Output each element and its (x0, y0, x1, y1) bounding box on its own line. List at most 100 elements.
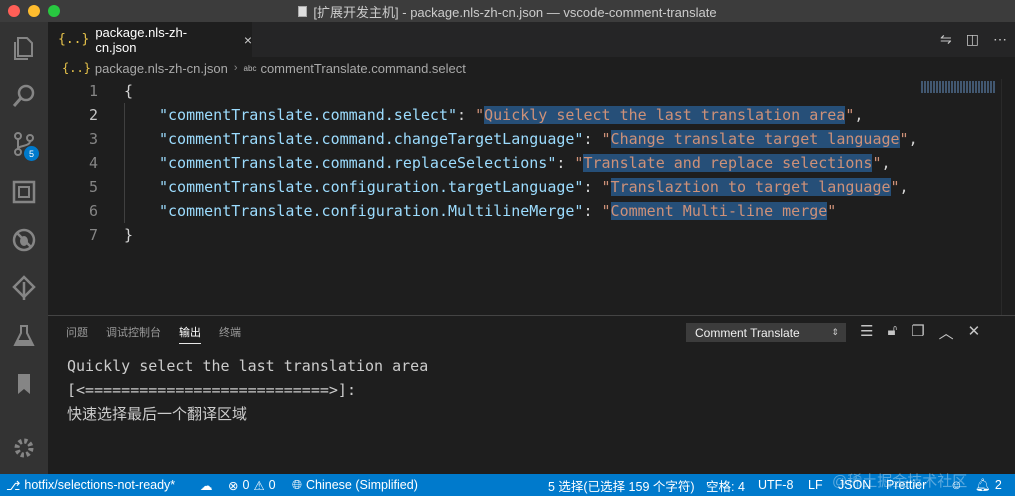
target-language: Chinese (Simplified) (306, 478, 418, 492)
output-content[interactable]: Quickly select the last translation area… (67, 354, 428, 426)
line-content: "commentTranslate.command.replaceSelecti… (159, 154, 891, 172)
json-key: "commentTranslate.configuration.Multilin… (159, 202, 584, 220)
output-channel-select[interactable]: Comment Translate ⇕ (686, 323, 846, 342)
json-file-icon: {..} (62, 61, 91, 75)
open-changes-icon[interactable]: ⇋ (940, 31, 952, 48)
line-content: "commentTranslate.command.changeTargetLa… (159, 130, 918, 148)
line-content: } (124, 226, 134, 244)
string-symbol-icon: abc (243, 63, 257, 73)
editor-actions: ⇋ ◫ ⋯ (940, 22, 1007, 57)
panel-actions: ☰ 🔓︎ ❐ ︿ ✕ (860, 322, 980, 343)
output-line: 快速选择最后一个翻译区域 (67, 405, 248, 423)
notifications-status[interactable]: 🔔︎ 2 (975, 474, 1002, 496)
json-key: "commentTranslate.configuration.targetLa… (159, 178, 584, 196)
window-title-text: [扩展开发主机] - package.nls-zh-cn.json — vsco… (313, 4, 717, 20)
json-value-quote: " (475, 106, 485, 124)
warning-icon: ⚠ (253, 478, 265, 493)
zoom-window-button[interactable] (48, 5, 60, 17)
lock-scroll-icon[interactable]: 🔓︎ (887, 322, 897, 343)
split-editor-icon[interactable]: ◫ (966, 31, 979, 48)
problems-status[interactable]: ⊗ 0 ⚠ 0 (228, 474, 276, 496)
minimize-window-button[interactable] (28, 5, 40, 17)
comma: , (881, 154, 891, 172)
bookmarks-icon[interactable] (0, 360, 48, 408)
watermark: @稀土掘金技术社区 (832, 473, 968, 490)
json-value-quote: " (890, 178, 900, 196)
document-icon (298, 5, 308, 17)
line-number: 2 (88, 106, 98, 124)
editor-tab-bar: {..} package.nls-zh-cn.json × ⇋ ◫ ⋯ (48, 22, 1015, 57)
json-value-quote: " (601, 130, 611, 148)
selected-text: Translate and replace selections (583, 154, 873, 172)
explorer-icon[interactable] (0, 24, 48, 72)
breadcrumb-symbol[interactable]: commentTranslate.command.select (260, 61, 465, 76)
git-branch-icon: ⎇ (6, 478, 21, 493)
error-count: 0 (242, 478, 250, 492)
output-line: [<===========================>]: (67, 381, 356, 399)
tab-output[interactable]: 输出 (179, 324, 201, 344)
comma: , (854, 106, 864, 124)
output-line: Quickly select the last translation area (67, 357, 429, 375)
branch-name: hotfix/selections-not-ready* (24, 478, 176, 492)
scm-badge: 5 (24, 146, 39, 161)
git-lens-icon[interactable] (0, 264, 48, 312)
clear-output-icon[interactable]: ☰ (860, 322, 873, 343)
bell-icon: 🔔︎ (975, 477, 991, 492)
notification-count: 2 (994, 478, 1002, 492)
breadcrumb-file[interactable]: package.nls-zh-cn.json (95, 61, 228, 76)
debug-icon[interactable] (0, 216, 48, 264)
close-window-button[interactable] (8, 5, 20, 17)
json-value-quote: " (899, 130, 909, 148)
extensions-icon[interactable] (0, 168, 48, 216)
title-bar: [扩展开发主机] - package.nls-zh-cn.json — vsco… (0, 0, 1015, 22)
more-actions-icon[interactable]: ⋯ (993, 31, 1007, 48)
branch-status[interactable]: ⎇ hotfix/selections-not-ready* (6, 474, 175, 496)
window-title: [扩展开发主机] - package.nls-zh-cn.json — vsco… (298, 2, 717, 21)
code-line: 3 "commentTranslate.command.changeTarget… (48, 127, 1015, 151)
settings-gear-icon[interactable] (0, 424, 48, 472)
line-number: 6 (88, 202, 98, 220)
json-value-quote: " (601, 178, 611, 196)
close-icon[interactable]: × (244, 32, 252, 48)
eol-status[interactable]: LF (808, 474, 823, 496)
chevron-right-icon: › (233, 62, 238, 74)
line-number: 5 (88, 178, 98, 196)
search-icon[interactable] (0, 72, 48, 120)
selected-text: Quickly select the last translation area (484, 106, 846, 124)
error-icon: ⊗ (228, 478, 239, 493)
comma: , (908, 130, 918, 148)
activity-bar: 5 (0, 22, 48, 474)
line-content: "commentTranslate.command.select": "Quic… (159, 106, 864, 124)
code-line: 6 "commentTranslate.configuration.Multil… (48, 199, 1015, 223)
selected-text: Translaztion to target language (610, 178, 891, 196)
window-controls (8, 5, 60, 17)
selection-status[interactable]: 5 选择(已选择 159 个字符) (548, 474, 695, 496)
maximize-panel-icon[interactable]: ︿ (939, 322, 954, 343)
target-language-status[interactable]: 🌐︎ Chinese (Simplified) (292, 474, 418, 496)
json-value-quote: " (601, 202, 611, 220)
tab-package-nls[interactable]: {..} package.nls-zh-cn.json × (48, 22, 252, 57)
code-line: 5 "commentTranslate.configuration.target… (48, 175, 1015, 199)
code-line: 1 { (48, 79, 1015, 103)
close-panel-icon[interactable]: ✕ (968, 322, 981, 343)
code-line: 7 } (48, 223, 1015, 247)
encoding-status[interactable]: UTF-8 (758, 474, 793, 496)
indentation-status[interactable]: 空格: 4 (706, 474, 745, 496)
tab-label: package.nls-zh-cn.json (95, 24, 188, 55)
selected-text: Change translate target language (610, 130, 900, 148)
comma: , (899, 178, 909, 196)
line-content: { (124, 82, 134, 100)
line-number: 1 (88, 82, 98, 100)
test-flask-icon[interactable] (0, 312, 48, 360)
source-control-icon[interactable]: 5 (0, 120, 48, 168)
sync-icon[interactable]: ☁ (200, 474, 213, 496)
tab-problems[interactable]: 问题 (66, 324, 88, 344)
line-number: 3 (88, 130, 98, 148)
open-log-icon[interactable]: ❐ (911, 322, 924, 343)
tab-terminal[interactable]: 终端 (219, 324, 241, 344)
bottom-panel: 问题 调试控制台 输出 终端 Comment Translate ⇕ ☰ 🔓︎ … (48, 315, 1015, 474)
code-editor[interactable]: 1 { 2 "commentTranslate.command.select":… (48, 79, 1015, 315)
json-key: "commentTranslate.command.select" (159, 106, 458, 124)
json-key: "commentTranslate.command.changeTargetLa… (159, 130, 584, 148)
tab-debug-console[interactable]: 调试控制台 (106, 324, 161, 344)
